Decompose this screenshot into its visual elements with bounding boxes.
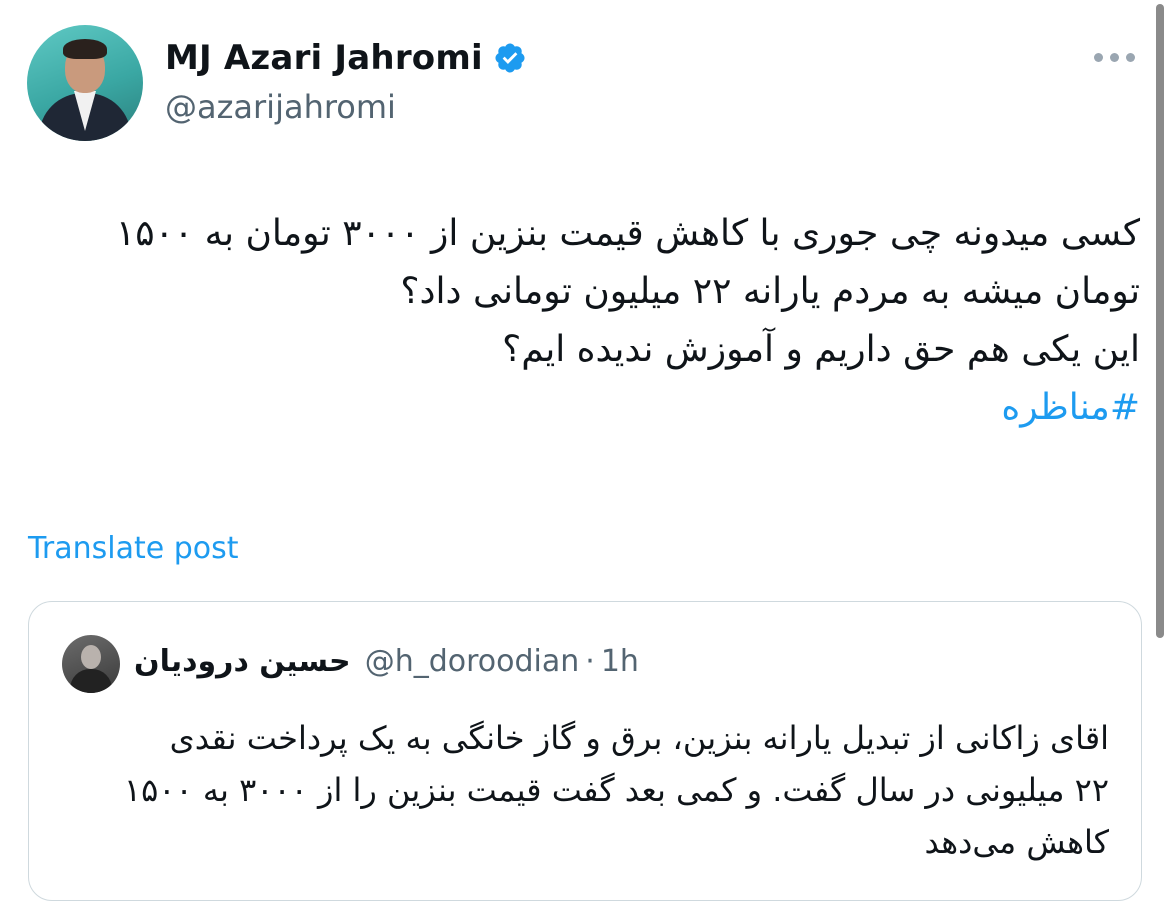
quote-timestamp[interactable]: 1h bbox=[601, 644, 639, 679]
tweet-line: این یکی هم حق داریم و آموزش ندیده ایم؟ bbox=[502, 329, 1140, 370]
quoted-tweet[interactable]: حسین درودیان @h_doroodian · 1h اقای زاکا… bbox=[28, 601, 1142, 901]
dot-separator: · bbox=[585, 644, 595, 679]
translate-post-link[interactable]: Translate post bbox=[28, 531, 239, 566]
quote-author-avatar[interactable] bbox=[62, 635, 120, 693]
quote-line: کاهش می‌دهد bbox=[924, 823, 1109, 861]
verified-badge-icon bbox=[495, 43, 525, 73]
hashtag-link[interactable]: #مناظره bbox=[1001, 387, 1140, 428]
quote-author-name[interactable]: حسین درودیان bbox=[134, 644, 351, 679]
quote-line: ۲۲ میلیونی در سال گفت. و کمی بعد گفت قیم… bbox=[123, 771, 1109, 809]
quote-header: حسین درودیان @h_doroodian · 1h bbox=[134, 644, 639, 679]
more-options-icon[interactable] bbox=[1092, 46, 1138, 68]
scrollbar[interactable] bbox=[1156, 4, 1164, 638]
author-avatar[interactable] bbox=[27, 25, 143, 141]
author-handle[interactable]: @azarijahromi bbox=[165, 88, 396, 126]
quote-author-handle[interactable]: @h_doroodian bbox=[365, 644, 580, 679]
tweet-text: کسی میدونه چی جوری با کاهش قیمت بنزین از… bbox=[30, 205, 1140, 437]
quote-line: اقای زاکانی از تبدیل یارانه بنزین، برق و… bbox=[169, 719, 1109, 757]
author-name[interactable]: MJ Azari Jahromi bbox=[165, 38, 483, 78]
tweet-line: کسی میدونه چی جوری با کاهش قیمت بنزین از… bbox=[115, 213, 1140, 254]
quote-text: اقای زاکانی از تبدیل یارانه بنزین، برق و… bbox=[59, 712, 1109, 868]
tweet-line: تومان میشه به مردم یارانه ۲۲ میلیون توما… bbox=[400, 271, 1140, 312]
author-name-row[interactable]: MJ Azari Jahromi bbox=[165, 38, 527, 78]
